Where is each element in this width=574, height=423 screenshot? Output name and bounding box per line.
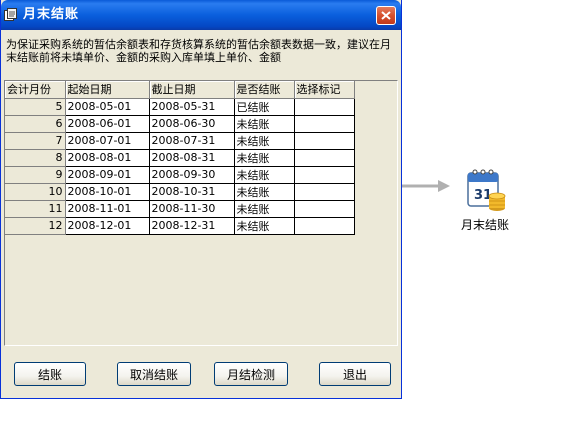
column-header-month[interactable]: 会计月份 xyxy=(5,81,66,99)
cell-month: 9 xyxy=(5,166,66,184)
table-row[interactable]: 8 2008-08-01 2008-08-31 未结账 xyxy=(5,149,355,167)
close-button[interactable] xyxy=(376,6,396,25)
month-end-dialog: 月末结账 为保证采购系统的暂估余额表和存货核算系统的暂估余额表数据一致，建议在月… xyxy=(0,0,402,399)
cell-status: 未结账 xyxy=(234,149,295,167)
column-header-select-mark[interactable]: 选择标记 xyxy=(294,81,355,99)
desktop-icon-label[interactable]: 月末结账 xyxy=(452,216,518,233)
title-bar[interactable]: 月末结账 xyxy=(1,0,401,30)
close-icon xyxy=(381,11,391,20)
cell-end-date: 2008-07-31 xyxy=(149,132,235,150)
cell-end-date: 2008-09-30 xyxy=(149,166,235,184)
calendar-icon[interactable]: 31 xyxy=(464,166,506,212)
table-row[interactable]: 7 2008-07-01 2008-07-31 未结账 xyxy=(5,132,355,150)
cell-start-date: 2008-08-01 xyxy=(65,149,150,167)
table-row[interactable]: 6 2008-06-01 2008-06-30 未结账 xyxy=(5,115,355,133)
exit-button[interactable]: 退出 xyxy=(319,362,391,386)
cell-status: 已结账 xyxy=(234,98,295,116)
cell-select-mark[interactable] xyxy=(294,149,355,167)
cell-select-mark[interactable] xyxy=(294,98,355,116)
cell-start-date: 2008-09-01 xyxy=(65,166,150,184)
settle-button[interactable]: 结账 xyxy=(14,362,86,386)
cell-select-mark[interactable] xyxy=(294,200,355,218)
window-icon xyxy=(4,8,17,21)
cell-status: 未结账 xyxy=(234,217,295,235)
cell-end-date: 2008-08-31 xyxy=(149,149,235,167)
table-row[interactable]: 11 2008-11-01 2008-11-30 未结账 xyxy=(5,200,355,218)
cancel-settle-button[interactable]: 取消结账 xyxy=(117,362,191,386)
cell-start-date: 2008-06-01 xyxy=(65,115,150,133)
table-row[interactable]: 10 2008-10-01 2008-10-31 未结账 xyxy=(5,183,355,201)
cell-start-date: 2008-10-01 xyxy=(65,183,150,201)
cell-end-date: 2008-11-30 xyxy=(149,200,235,218)
cell-status: 未结账 xyxy=(234,200,295,218)
cell-month: 12 xyxy=(5,217,66,235)
column-header-settled[interactable]: 是否结账 xyxy=(234,81,295,99)
table-row[interactable]: 5 2008-05-01 2008-05-31 已结账 xyxy=(5,98,355,116)
cell-end-date: 2008-06-30 xyxy=(149,115,235,133)
cell-status: 未结账 xyxy=(234,115,295,133)
cell-select-mark[interactable] xyxy=(294,183,355,201)
cell-end-date: 2008-10-31 xyxy=(149,183,235,201)
flow-arrow-icon xyxy=(402,180,450,192)
description-text: 为保证采购系统的暂估余额表和存货核算系统的暂估余额表数据一致，建议在月末结账前将… xyxy=(6,38,391,64)
cell-month: 5 xyxy=(5,98,66,116)
cell-month: 11 xyxy=(5,200,66,218)
table-row[interactable]: 12 2008-12-01 2008-12-31 未结账 xyxy=(5,217,355,235)
cell-select-mark[interactable] xyxy=(294,217,355,235)
column-header-start-date[interactable]: 起始日期 xyxy=(65,81,150,99)
cell-end-date: 2008-05-31 xyxy=(149,98,235,116)
cell-start-date: 2008-12-01 xyxy=(65,217,150,235)
window-title: 月末结账 xyxy=(23,7,80,22)
table-header-row: 会计月份 起始日期 截止日期 是否结账 选择标记 xyxy=(5,81,355,99)
cell-month: 10 xyxy=(5,183,66,201)
table-row[interactable]: 9 2008-09-01 2008-09-30 未结账 xyxy=(5,166,355,184)
cell-select-mark[interactable] xyxy=(294,166,355,184)
month-end-check-button[interactable]: 月结检测 xyxy=(214,362,288,386)
cell-start-date: 2008-05-01 xyxy=(65,98,150,116)
cell-status: 未结账 xyxy=(234,183,295,201)
cell-status: 未结账 xyxy=(234,132,295,150)
cell-month: 6 xyxy=(5,115,66,133)
column-header-end-date[interactable]: 截止日期 xyxy=(149,81,235,99)
period-table: 会计月份 起始日期 截止日期 是否结账 选择标记 5 2008-05-01 20… xyxy=(5,81,355,235)
cell-select-mark[interactable] xyxy=(294,115,355,133)
period-grid[interactable]: 会计月份 起始日期 截止日期 是否结账 选择标记 5 2008-05-01 20… xyxy=(4,80,398,346)
cell-select-mark[interactable] xyxy=(294,132,355,150)
cell-start-date: 2008-11-01 xyxy=(65,200,150,218)
cell-end-date: 2008-12-31 xyxy=(149,217,235,235)
cell-month: 7 xyxy=(5,132,66,150)
cell-month: 8 xyxy=(5,149,66,167)
cell-status: 未结账 xyxy=(234,166,295,184)
cell-start-date: 2008-07-01 xyxy=(65,132,150,150)
